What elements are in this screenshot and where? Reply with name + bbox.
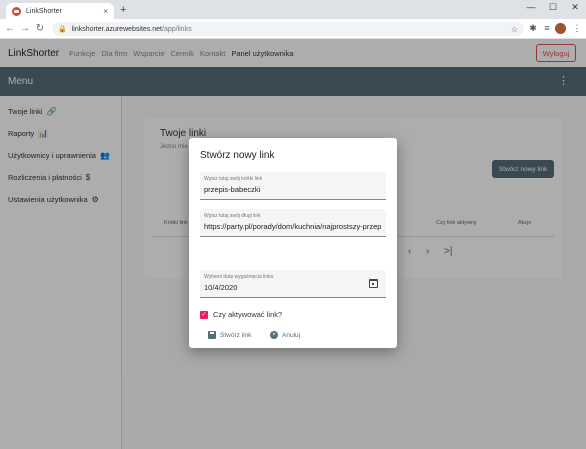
short-link-input[interactable]: przepis-babeczki (204, 185, 382, 194)
maximize-button[interactable]: ☐ (545, 2, 561, 13)
close-window-button[interactable]: ✕ (567, 2, 583, 13)
chrome-menu-icon[interactable]: ⋮ (571, 23, 583, 34)
browser-titlebar: LinkShorter × + — ☐ ✕ (0, 0, 586, 19)
reload-icon[interactable]: ↻ (34, 23, 46, 34)
submit-create-link-button[interactable]: Stwórz link (208, 331, 251, 339)
dialog-title: Stwórz nowy link (200, 150, 275, 161)
activate-link-label: Czy aktywować link? (213, 310, 283, 319)
activate-link-checkbox[interactable]: ✓ (200, 310, 208, 319)
submit-label: Stwórz link (220, 331, 252, 339)
cancel-icon: × (270, 331, 278, 339)
profile-avatar[interactable] (555, 23, 566, 34)
short-link-label: Wpisz tutaj swój krótki link (204, 176, 263, 182)
long-link-input[interactable]: https://party.pl/porady/dom/kuchnia/najp… (204, 222, 382, 231)
activate-link-checkbox-row[interactable]: ✓ Czy aktywować link? (200, 310, 282, 319)
cancel-label: Anuluj (282, 331, 301, 339)
bookmark-star-icon[interactable]: ☆ (511, 25, 518, 34)
tab-close-icon[interactable]: × (103, 7, 108, 16)
address-bar[interactable]: 🔒 linkshorter.azurewebsites.net/app/link… (52, 22, 524, 36)
browser-toolbar: ← → ↻ 🔒 linkshorter.azurewebsites.net/ap… (0, 19, 586, 39)
save-icon (208, 331, 216, 339)
arrow-left-icon[interactable]: ← (4, 23, 16, 34)
arrow-right-icon[interactable]: → (19, 23, 31, 34)
tab-title: LinkShorter (26, 7, 62, 15)
calendar-icon[interactable] (369, 279, 378, 288)
extensions-icon[interactable]: ✱ (527, 23, 539, 34)
browser-tab[interactable]: LinkShorter × (6, 3, 114, 19)
new-tab-button[interactable]: + (120, 4, 126, 16)
long-link-label: Wpisz tutaj swój długi link (204, 213, 261, 219)
cancel-button[interactable]: × Anuluj (270, 331, 300, 339)
expiry-date-input[interactable]: 10/4/2020 (204, 283, 382, 292)
expiry-date-label: Wybierz datę wygaśnięcia linku (204, 274, 274, 280)
lock-icon: 🔒 (58, 26, 67, 33)
url-text: linkshorter.azurewebsites.net/app/links (71, 25, 192, 33)
favicon-icon (12, 6, 21, 16)
minimize-button[interactable]: — (523, 2, 539, 12)
reading-list-icon[interactable]: ≡ (541, 23, 553, 33)
short-link-field[interactable]: Wpisz tutaj swój krótki link przepis-bab… (200, 172, 386, 200)
long-link-field[interactable]: Wpisz tutaj swój długi link https://part… (200, 209, 386, 237)
create-link-dialog: Stwórz nowy link Wpisz tutaj swój krótki… (189, 138, 397, 348)
expiry-date-field[interactable]: Wybierz datę wygaśnięcia linku 10/4/2020 (200, 270, 386, 298)
